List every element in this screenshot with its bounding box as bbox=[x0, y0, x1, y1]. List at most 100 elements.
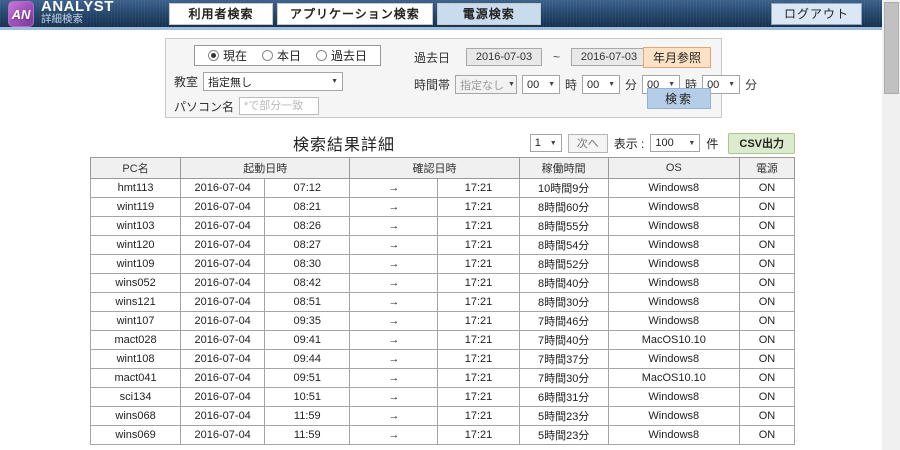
cell-arrow: → bbox=[350, 426, 438, 445]
cell-confirm-time: 17:21 bbox=[438, 407, 519, 426]
cell-power: ON bbox=[739, 369, 794, 388]
date-mode-radio-group: 現在 本日 過去日 bbox=[194, 45, 381, 66]
minute-from-suffix: 分 bbox=[625, 76, 637, 93]
display-label: 表示 : bbox=[614, 135, 645, 152]
cell-start-time: 08:30 bbox=[265, 255, 350, 274]
app-title-block: ANALYST 詳細検索 bbox=[41, 2, 169, 25]
cell-confirm-time: 17:21 bbox=[438, 198, 519, 217]
app-header: AN ANALYST 詳細検索 利用者検索アプリケーション検索電源検索 ログアウ… bbox=[0, 0, 882, 30]
cell-uptime: 8時間60分 bbox=[519, 198, 608, 217]
nav-tab-0[interactable]: 利用者検索 bbox=[169, 3, 273, 25]
date-mode-radio-2[interactable]: 過去日 bbox=[316, 47, 367, 64]
past-date-label: 過去日 bbox=[414, 49, 450, 66]
pc-name-input[interactable] bbox=[239, 97, 319, 115]
cell-confirm-time: 17:21 bbox=[438, 388, 519, 407]
header-power: 電源 bbox=[739, 158, 794, 179]
cell-os: MacOS10.10 bbox=[608, 369, 739, 388]
chevron-down-icon: ▼ bbox=[331, 78, 338, 85]
cell-power: ON bbox=[739, 236, 794, 255]
search-button[interactable]: 検索 bbox=[647, 88, 711, 109]
table-row: wint1202016-07-0408:27→17:218時間54分Window… bbox=[91, 236, 795, 255]
cell-uptime: 6時間31分 bbox=[519, 388, 608, 407]
table-row: wint1082016-07-0409:44→17:217時間37分Window… bbox=[91, 350, 795, 369]
cell-start-date: 2016-07-04 bbox=[181, 198, 265, 217]
time-preset-select[interactable]: 指定なし ▼ bbox=[455, 75, 517, 94]
radio-label: 本日 bbox=[277, 47, 301, 64]
results-table: PC名 起動日時 確認日時 稼働時間 OS 電源 hmt1132016-07-0… bbox=[90, 157, 795, 445]
date-to-field[interactable]: 2016-07-03 bbox=[571, 48, 647, 66]
table-row: wint1072016-07-0409:35→17:217時間46分Window… bbox=[91, 312, 795, 331]
page-size-select[interactable]: 100 ▼ bbox=[650, 134, 700, 152]
chevron-down-icon: ▼ bbox=[550, 140, 557, 147]
page-select[interactable]: 1 ▼ bbox=[530, 134, 562, 152]
cell-start-date: 2016-07-04 bbox=[181, 312, 265, 331]
cell-start-date: 2016-07-04 bbox=[181, 350, 265, 369]
cell-power: ON bbox=[739, 179, 794, 198]
cell-confirm-time: 17:21 bbox=[438, 293, 519, 312]
chevron-down-icon: ▼ bbox=[508, 81, 515, 88]
cell-start-time: 09:44 bbox=[265, 350, 350, 369]
cell-uptime: 7時間40分 bbox=[519, 331, 608, 350]
pc-name-label: パソコン名 bbox=[174, 98, 234, 115]
cell-power: ON bbox=[739, 426, 794, 445]
cell-arrow: → bbox=[350, 369, 438, 388]
cell-arrow: → bbox=[350, 312, 438, 331]
cell-arrow: → bbox=[350, 236, 438, 255]
cell-arrow: → bbox=[350, 407, 438, 426]
cell-start-date: 2016-07-04 bbox=[181, 217, 265, 236]
cell-start-time: 08:42 bbox=[265, 274, 350, 293]
hour-from-select[interactable]: 00 ▼ bbox=[522, 75, 560, 94]
cell-confirm-time: 17:21 bbox=[438, 179, 519, 198]
cell-start-time: 08:27 bbox=[265, 236, 350, 255]
header-pc-name: PC名 bbox=[91, 158, 181, 179]
minute-from-select[interactable]: 00 ▼ bbox=[582, 75, 620, 94]
table-row: wint1092016-07-0408:30→17:218時間52分Window… bbox=[91, 255, 795, 274]
logout-button[interactable]: ログアウト bbox=[771, 3, 862, 25]
chevron-down-icon: ▼ bbox=[728, 81, 735, 88]
scrollbar-thumb[interactable] bbox=[884, 2, 899, 94]
table-row: hmt1132016-07-0407:12→17:2110時間9分Windows… bbox=[91, 179, 795, 198]
pc-name-row: パソコン名 bbox=[174, 97, 319, 115]
cell-os: Windows8 bbox=[608, 255, 739, 274]
cell-uptime: 7時間46分 bbox=[519, 312, 608, 331]
date-mode-radio-0[interactable]: 現在 bbox=[208, 47, 247, 64]
scrollbar-track[interactable] bbox=[882, 0, 900, 450]
cell-pc-name: wint119 bbox=[91, 198, 181, 217]
results-title: 検索結果詳細 bbox=[293, 131, 395, 155]
page-size-value: 100 bbox=[655, 137, 673, 149]
cell-arrow: → bbox=[350, 293, 438, 312]
nav-tab-1[interactable]: アプリケーション検索 bbox=[277, 3, 433, 25]
classroom-select-value: 指定無し bbox=[208, 74, 252, 90]
classroom-select[interactable]: 指定無し ▼ bbox=[203, 72, 343, 91]
nav-tab-2[interactable]: 電源検索 bbox=[437, 3, 541, 25]
header-os: OS bbox=[608, 158, 739, 179]
radio-label: 過去日 bbox=[331, 47, 367, 64]
calendar-lookup-button[interactable]: 年月参照 bbox=[643, 47, 711, 68]
cell-os: Windows8 bbox=[608, 236, 739, 255]
chevron-down-icon: ▼ bbox=[688, 140, 695, 147]
table-row: wint1032016-07-0408:26→17:218時間55分Window… bbox=[91, 217, 795, 236]
date-range-separator: ~ bbox=[553, 50, 560, 64]
search-filter-panel: 現在本日過去日 教室 指定無し ▼ パソコン名 過去日 2016-07-03 ~… bbox=[165, 38, 722, 118]
cell-power: ON bbox=[739, 388, 794, 407]
date-mode-radio-1[interactable]: 本日 bbox=[262, 47, 301, 64]
cell-power: ON bbox=[739, 255, 794, 274]
cell-start-date: 2016-07-04 bbox=[181, 369, 265, 388]
cell-uptime: 8時間55分 bbox=[519, 217, 608, 236]
cell-os: Windows8 bbox=[608, 426, 739, 445]
table-body: hmt1132016-07-0407:12→17:2110時間9分Windows… bbox=[91, 179, 795, 445]
date-from-field[interactable]: 2016-07-03 bbox=[466, 48, 542, 66]
cell-start-time: 08:21 bbox=[265, 198, 350, 217]
cell-start-time: 10:51 bbox=[265, 388, 350, 407]
cell-power: ON bbox=[739, 217, 794, 236]
chevron-down-icon: ▼ bbox=[668, 81, 675, 88]
cell-os: Windows8 bbox=[608, 293, 739, 312]
csv-export-button[interactable]: CSV出力 bbox=[728, 133, 795, 154]
cell-pc-name: wins069 bbox=[91, 426, 181, 445]
cell-arrow: → bbox=[350, 388, 438, 407]
cell-power: ON bbox=[739, 350, 794, 369]
cell-os: Windows8 bbox=[608, 312, 739, 331]
next-page-button[interactable]: 次へ bbox=[568, 134, 608, 153]
cell-confirm-time: 17:21 bbox=[438, 255, 519, 274]
cell-confirm-time: 17:21 bbox=[438, 426, 519, 445]
